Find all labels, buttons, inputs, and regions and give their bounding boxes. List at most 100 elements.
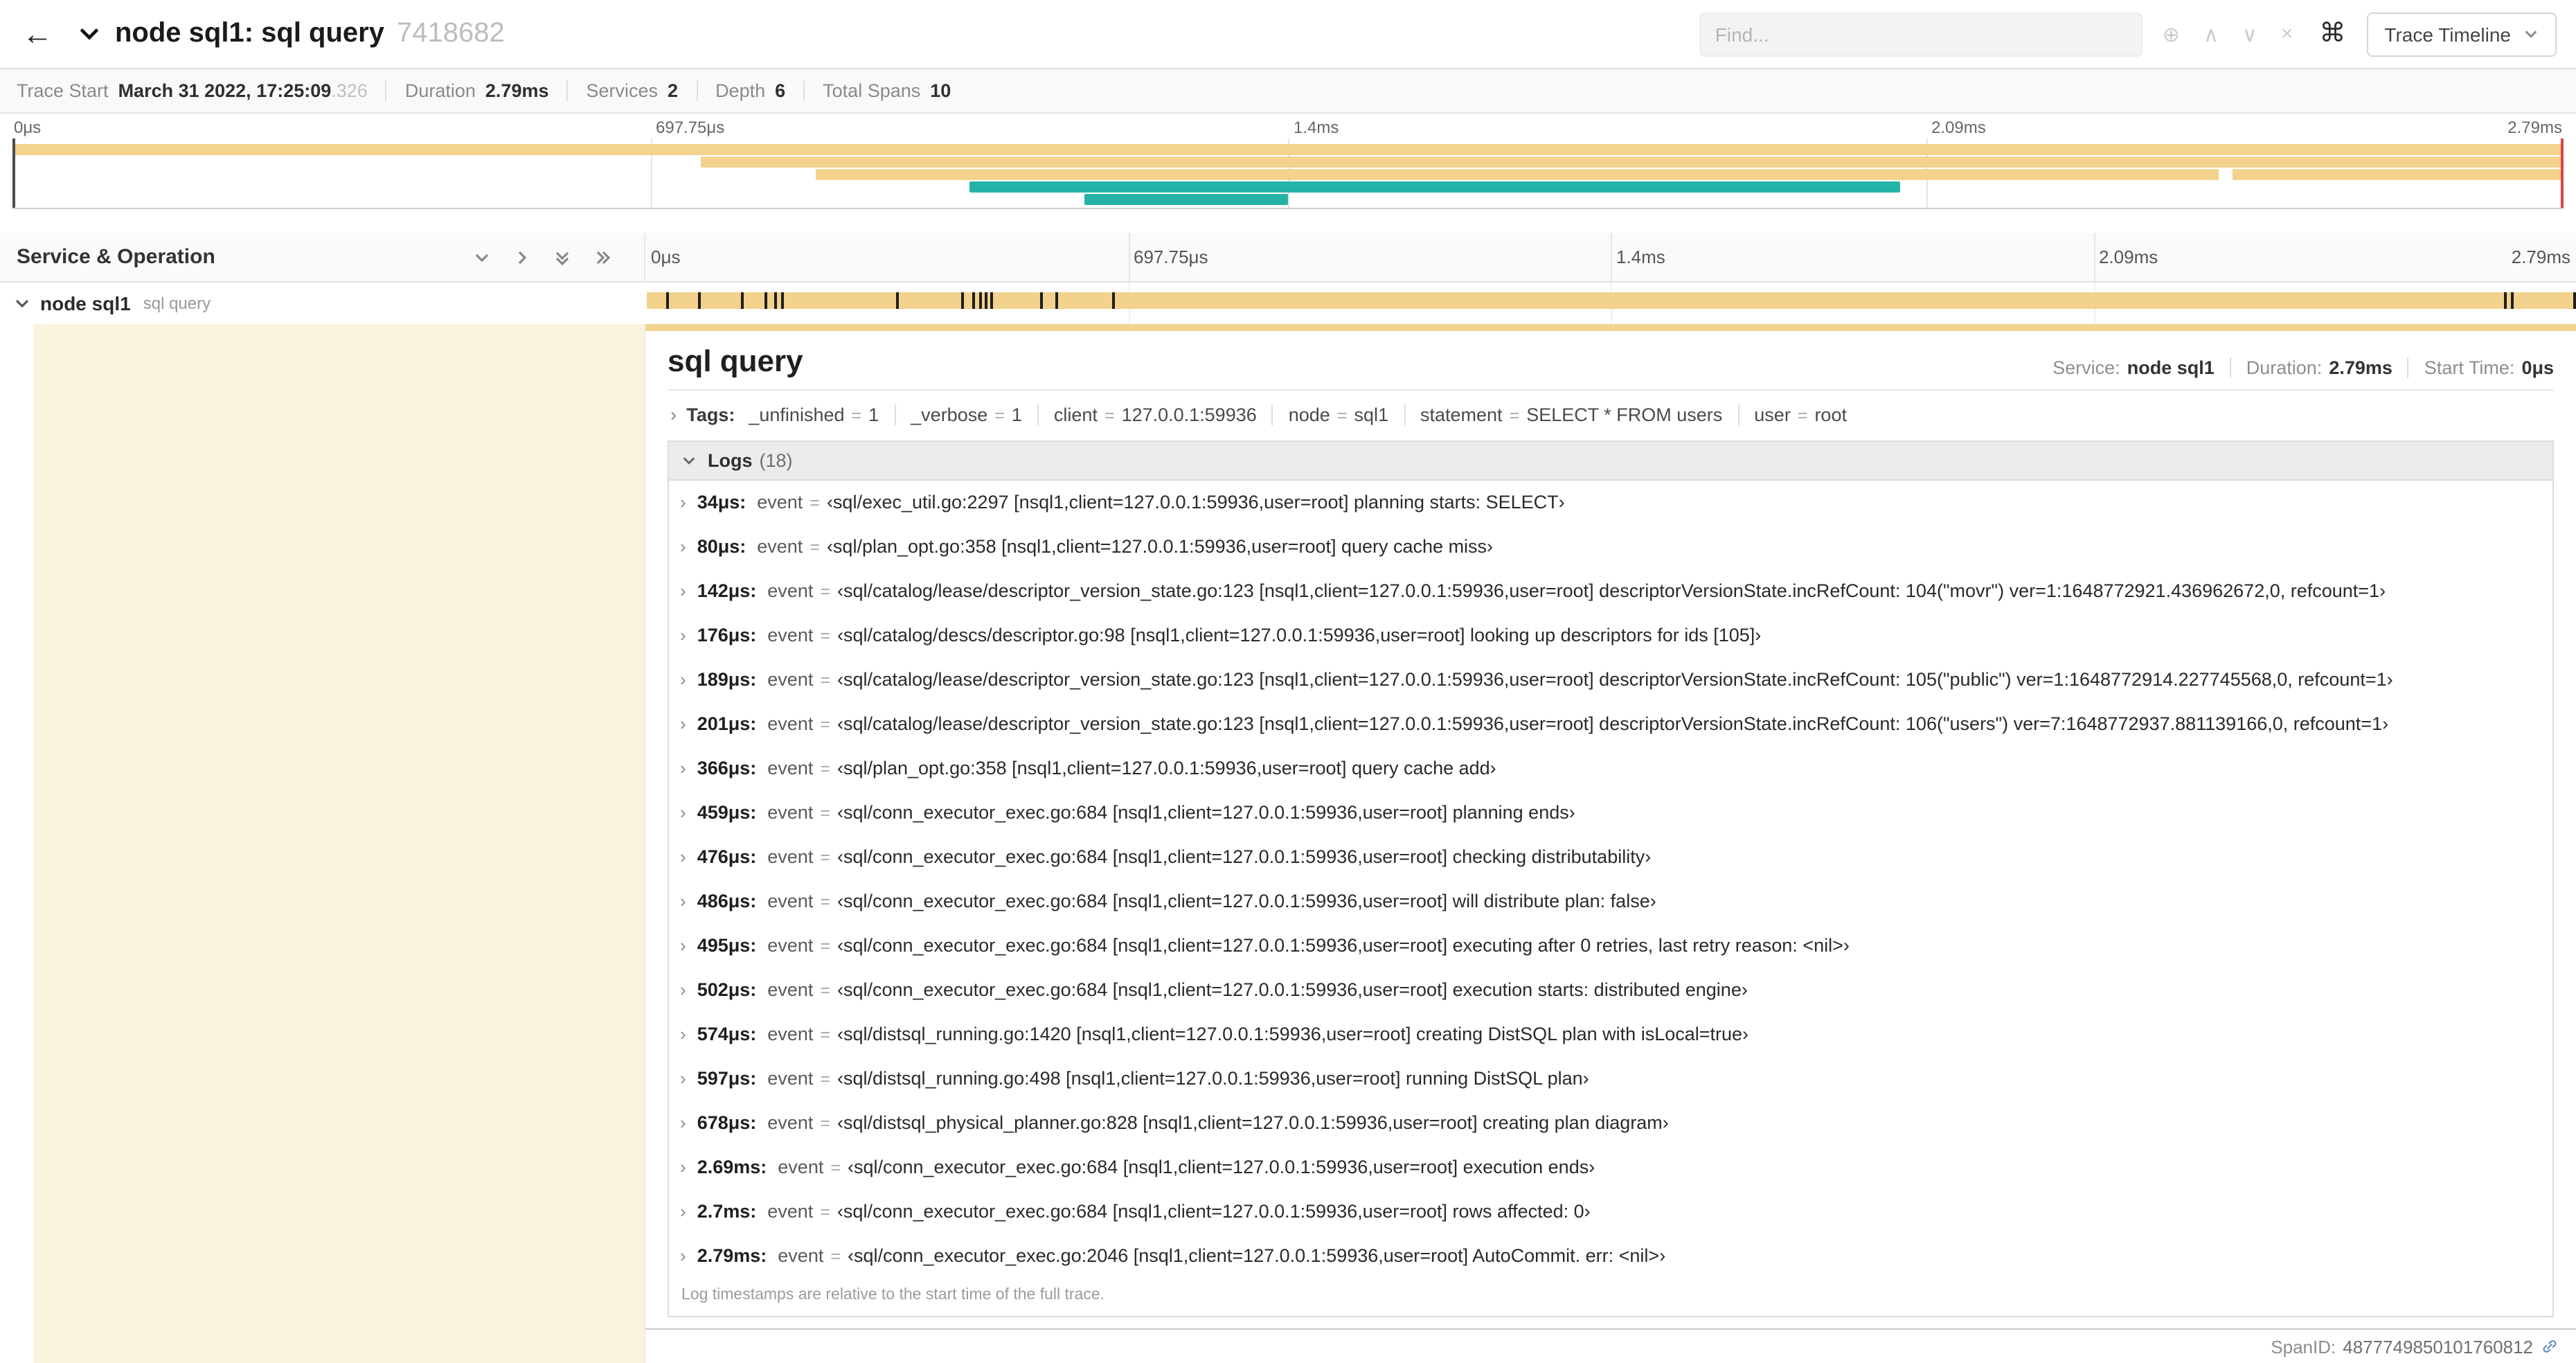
meta-label: Start Time: [2424, 357, 2515, 378]
log-field-key: event [757, 492, 803, 513]
chevron-down-icon [15, 299, 29, 308]
equals-glyph: = [810, 493, 820, 513]
chevron-right-icon: › [680, 536, 686, 557]
header: ← node sql1: sql query 7418682 ⊕ ∧ ∨ × ⌘… [0, 0, 2576, 69]
log-row[interactable]: › 2.79ms: event = ‹sql/conn_executor_exec.… [669, 1234, 2552, 1279]
log-timestamp: 366μs: [697, 758, 757, 778]
log-event-tick [764, 292, 767, 309]
tag-item[interactable]: _unfinished = 1 [749, 404, 894, 425]
double-chevron-right-icon [596, 250, 611, 264]
trace-collapse-toggle[interactable] [78, 22, 101, 46]
equals-glyph: = [820, 936, 830, 956]
log-row[interactable]: › 678μs: event = ‹sql/distsql_physical_pla… [669, 1101, 2552, 1146]
back-button[interactable]: ← [22, 16, 53, 52]
log-field-key: event [767, 979, 814, 1000]
collapse-all-button[interactable] [554, 249, 571, 265]
trace-timeline-dropdown[interactable]: Trace Timeline [2366, 12, 2557, 56]
log-timestamp: 574μs: [697, 1024, 757, 1044]
equals-glyph: = [851, 406, 862, 425]
log-field-value: ‹sql/catalog/descs/descriptor.go:98 [nsq… [837, 625, 1762, 645]
find-input[interactable] [1699, 12, 2143, 56]
log-row[interactable]: › 459μs: event = ‹sql/conn_executor_exec.g… [669, 791, 2552, 835]
summary-item: Services 2 [566, 80, 697, 101]
tags-row[interactable]: › Tags: _unfinished = 1 _verbose = 1 client = 12… [668, 391, 2554, 438]
equals-glyph: = [820, 1114, 830, 1133]
viewport-left-scrubber[interactable] [12, 139, 15, 208]
chevron-right-icon: › [680, 713, 686, 734]
log-row[interactable]: › 176μs: event = ‹sql/catalog/descs/descri… [669, 614, 2552, 658]
meta-item: Start Time: 0μs [2407, 357, 2554, 378]
tag-item[interactable]: node = sql1 [1271, 404, 1404, 425]
log-field-key: event [778, 1245, 824, 1266]
logs-header[interactable]: Logs (18) [669, 442, 2552, 481]
detail-column: sql query Service: node sql1 Duration: 2.79… [645, 324, 2576, 1363]
jaeger-trace-timeline-page: ← node sql1: sql query 7418682 ⊕ ∧ ∨ × ⌘… [0, 0, 2576, 1363]
log-field-value: ‹sql/distsql_running.go:1420 [nsql1,clie… [837, 1024, 1749, 1044]
tag-item[interactable]: _verbose = 1 [894, 404, 1037, 425]
log-text: event = ‹sql/plan_opt.go:358 [nsql1,client… [767, 758, 1496, 780]
ruler-tick-label: 697.75μs [1134, 247, 1208, 267]
minimap-canvas[interactable] [12, 139, 2564, 209]
log-timestamp: 201μs: [697, 713, 757, 734]
tag-value: SELECT * FROM users [1526, 404, 1723, 425]
span-timeline-canvas[interactable] [645, 283, 2576, 324]
deep-link-icon[interactable] [2540, 1337, 2559, 1356]
span-detail-panel: sql query Service: node sql1 Duration: 2.79… [645, 331, 2576, 1330]
summary-value: March 31 2022, 17:25:09 [118, 80, 332, 101]
log-row[interactable]: › 2.7ms: event = ‹sql/conn_executor_exec.g… [669, 1190, 2552, 1234]
span-operation-name: sql query [143, 294, 211, 313]
log-text: event = ‹sql/conn_executor_exec.go:684 [ns… [767, 846, 1651, 868]
log-row[interactable]: › 80μs: event = ‹sql/plan_opt.go:358 [nsql… [669, 525, 2552, 569]
keyboard-shortcuts-button[interactable]: ⌘ [2319, 18, 2345, 50]
log-field-key: event [767, 1024, 814, 1044]
log-row[interactable]: › 201μs: event = ‹sql/catalog/lease/descri… [669, 702, 2552, 747]
log-row[interactable]: › 34μs: event = ‹sql/exec_util.go:2297 [ns… [669, 481, 2552, 525]
span-row: node sql1 sql query [0, 283, 2576, 324]
tag-key: statement [1420, 404, 1503, 425]
next-match-icon[interactable]: ∨ [2242, 21, 2257, 46]
log-timestamp: 597μs: [697, 1068, 757, 1089]
chevron-right-icon: › [680, 979, 686, 1000]
log-text: event = ‹sql/catalog/lease/descriptor_vers… [767, 713, 2388, 736]
equals-glyph: = [820, 715, 830, 734]
span-bar-tick-layer [645, 283, 2576, 324]
log-row[interactable]: › 495μs: event = ‹sql/conn_executor_exec.g… [669, 924, 2552, 968]
log-row[interactable]: › 366μs: event = ‹sql/plan_opt.go:358 [nsq… [669, 747, 2552, 791]
tag-key: client [1053, 404, 1098, 425]
equals-glyph: = [820, 1025, 830, 1044]
ruler-tick-label: 0μs [651, 247, 681, 267]
prev-match-icon[interactable]: ∧ [2203, 21, 2219, 46]
viewport-right-scrubber[interactable] [2561, 139, 2564, 208]
timeline-ruler: 0μs 697.75μs 1.4ms 2.09ms 2.79ms [645, 233, 2576, 281]
log-row[interactable]: › 2.69ms: event = ‹sql/conn_executor_exec.… [669, 1146, 2552, 1190]
tag-item[interactable]: statement = SELECT * FROM users [1404, 404, 1737, 425]
log-event-tick [978, 292, 982, 309]
log-text: event = ‹sql/conn_executor_exec.go:684 [ns… [767, 802, 1575, 824]
log-row[interactable]: › 597μs: event = ‹sql/distsql_running.go:4… [669, 1057, 2552, 1101]
log-row[interactable]: › 502μs: event = ‹sql/conn_executor_exec.g… [669, 968, 2552, 1013]
chevron-right-icon: › [680, 1112, 686, 1133]
log-event-tick [1111, 292, 1115, 309]
expand-one-button[interactable] [514, 249, 530, 265]
log-field-value: ‹sql/conn_executor_exec.go:684 [nsql1,cl… [837, 846, 1652, 867]
clear-search-icon[interactable]: × [2281, 22, 2293, 46]
log-row[interactable]: › 574μs: event = ‹sql/distsql_running.go:1… [669, 1013, 2552, 1057]
log-row[interactable]: › 142μs: event = ‹sql/catalog/lease/descri… [669, 569, 2552, 614]
meta-value: 0μs [2521, 357, 2554, 378]
chevron-down-icon [683, 457, 695, 465]
span-name-cell[interactable]: node sql1 sql query [0, 283, 645, 324]
log-row[interactable]: › 189μs: event = ‹sql/catalog/lease/descri… [669, 658, 2552, 702]
logs-list: › 34μs: event = ‹sql/exec_util.go:2297 [ns… [669, 481, 2552, 1279]
tag-item[interactable]: client = 127.0.0.1:59936 [1037, 404, 1272, 425]
log-row[interactable]: › 486μs: event = ‹sql/conn_executor_exec.g… [669, 880, 2552, 924]
log-row[interactable]: › 476μs: event = ‹sql/conn_executor_exec.g… [669, 835, 2552, 880]
expand-all-button[interactable] [594, 249, 611, 265]
equals-glyph: = [820, 892, 830, 911]
collapse-one-button[interactable] [474, 249, 490, 265]
equals-glyph: = [1509, 406, 1520, 425]
locate-icon[interactable]: ⊕ [2163, 21, 2180, 46]
minimap-tick-label: 2.79ms [2507, 118, 2562, 137]
tag-item[interactable]: user = root [1737, 404, 1862, 425]
logs-title: Logs [708, 450, 753, 471]
equals-glyph: = [820, 759, 830, 778]
